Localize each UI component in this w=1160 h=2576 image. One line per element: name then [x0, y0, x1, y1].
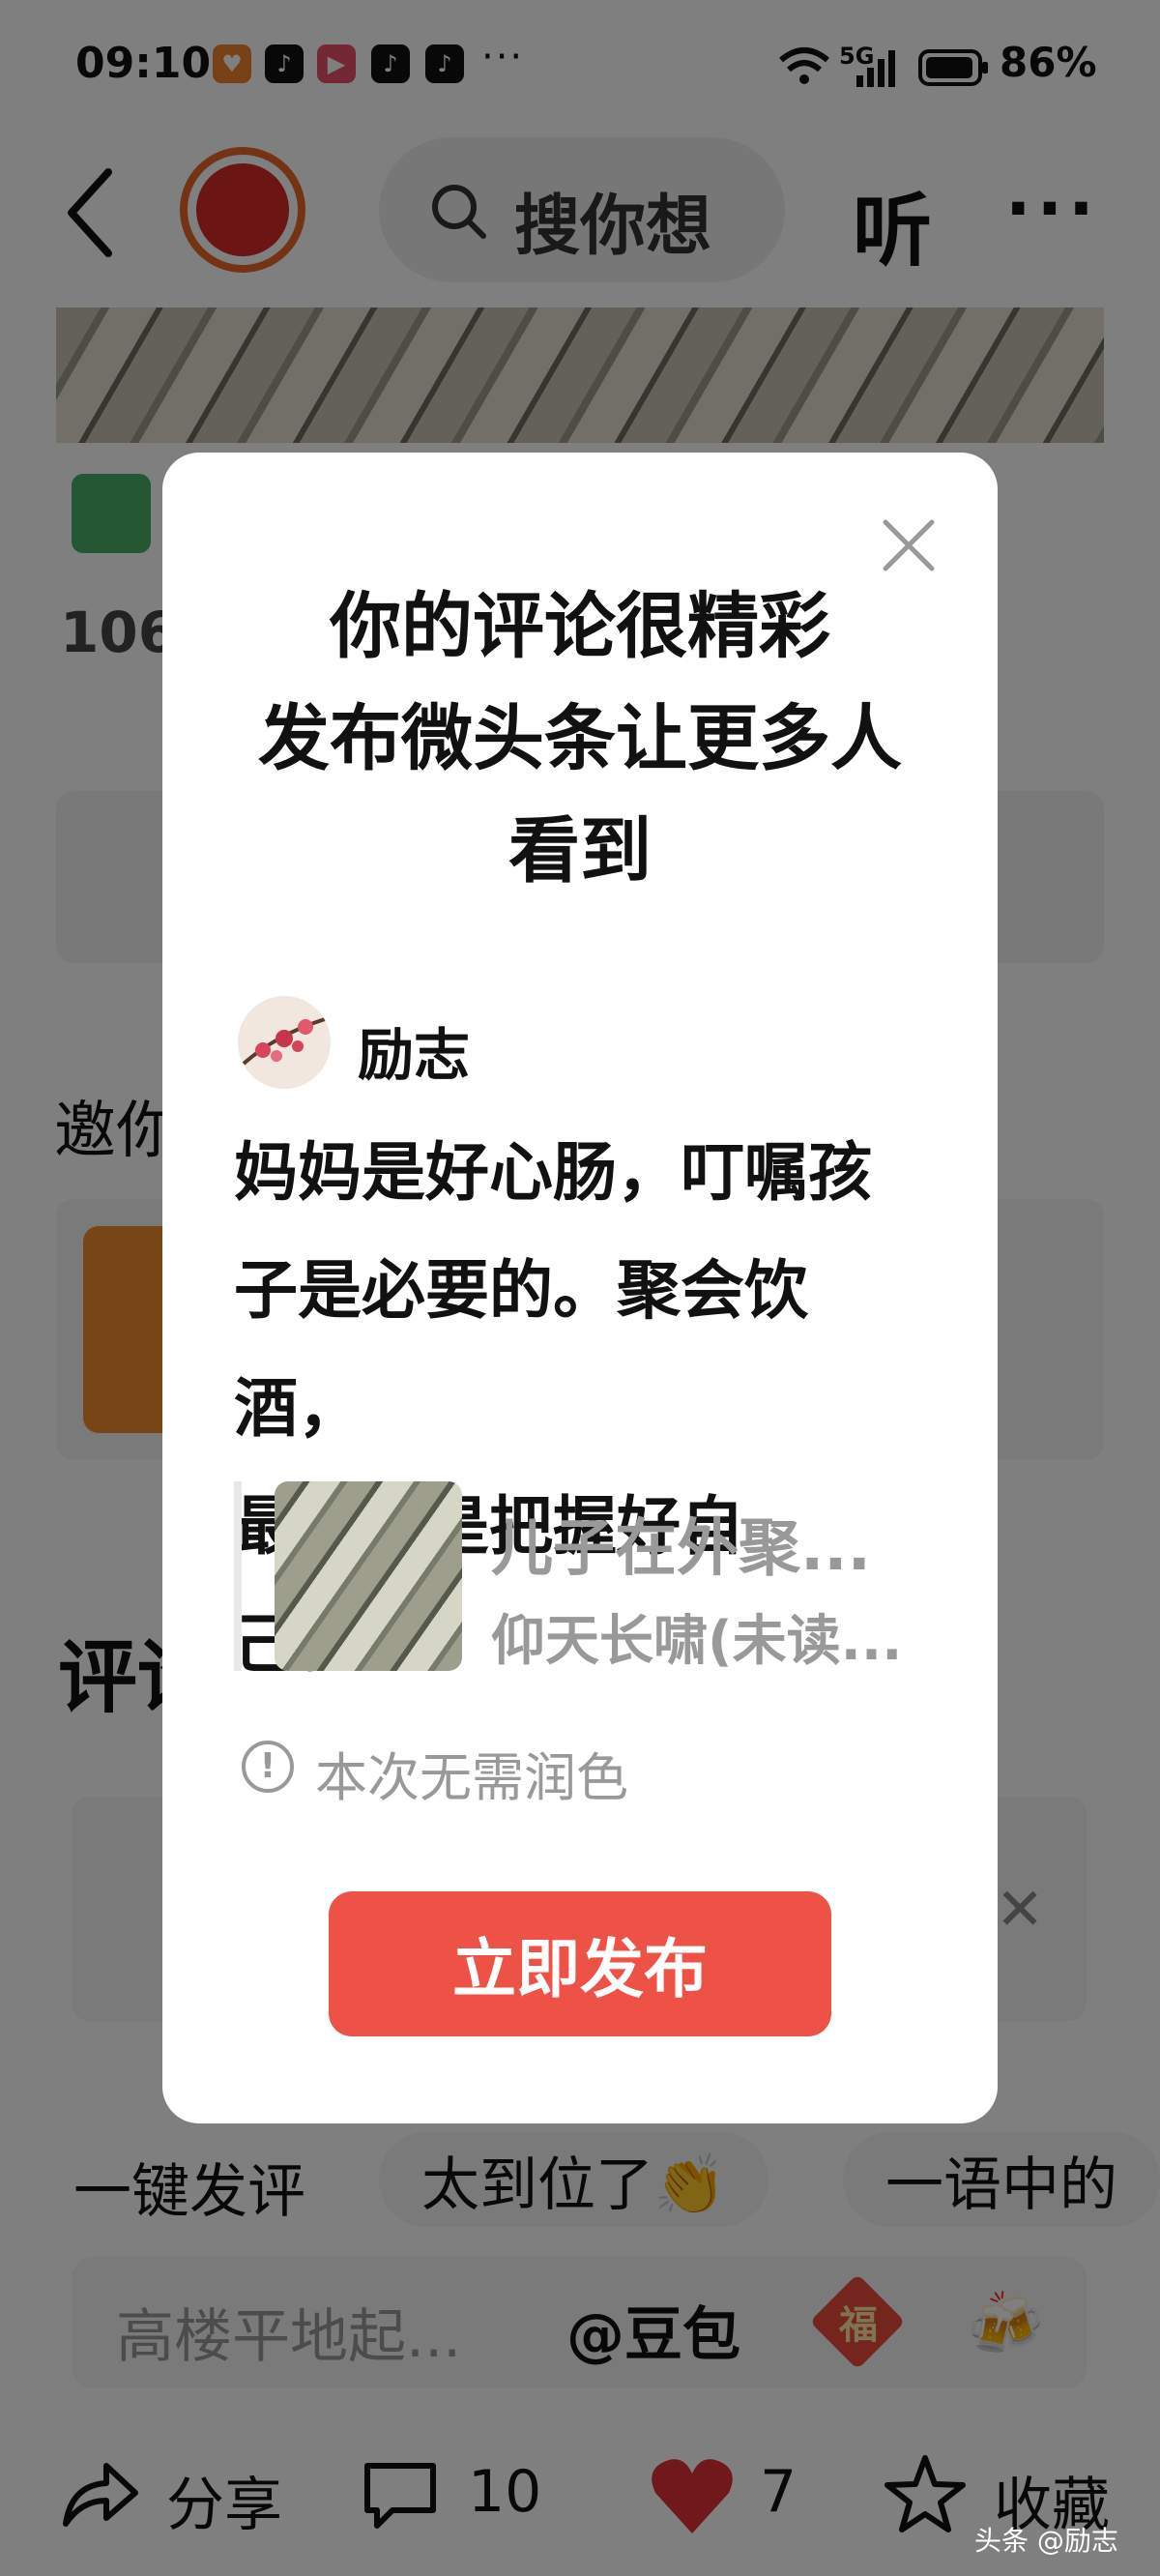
- close-icon[interactable]: [878, 514, 940, 576]
- polish-notice: 本次无需润色: [315, 1747, 628, 1808]
- reference-title: 儿子在外聚...: [491, 1513, 871, 1585]
- publish-now-button[interactable]: 立即发布: [329, 1891, 831, 2036]
- watermark: 头条 @励志: [974, 2525, 1118, 2557]
- comment-line: 妈妈是好心肠，叮嘱孩: [234, 1135, 872, 1210]
- dialog-title-line: 你的评论很精彩: [330, 585, 830, 668]
- reference-author: 仰天长啸(未读...: [491, 1610, 903, 1673]
- dialog-title: 你的评论很精彩 发布微头条让更多人 看到: [162, 571, 998, 907]
- author-name: 励志: [358, 1022, 471, 1088]
- dialog-title-line: 发布微头条让更多人: [258, 697, 902, 780]
- dialog-title-line: 看到: [508, 809, 652, 893]
- author-avatar: [238, 996, 331, 1089]
- reference-thumbnail: [275, 1481, 462, 1671]
- comment-line: 子是必要的。聚会饮酒，: [234, 1253, 808, 1446]
- reference-quote-bar: [234, 1481, 242, 1671]
- info-icon: !: [242, 1741, 294, 1793]
- plum-blossom-icon: [242, 1017, 326, 1066]
